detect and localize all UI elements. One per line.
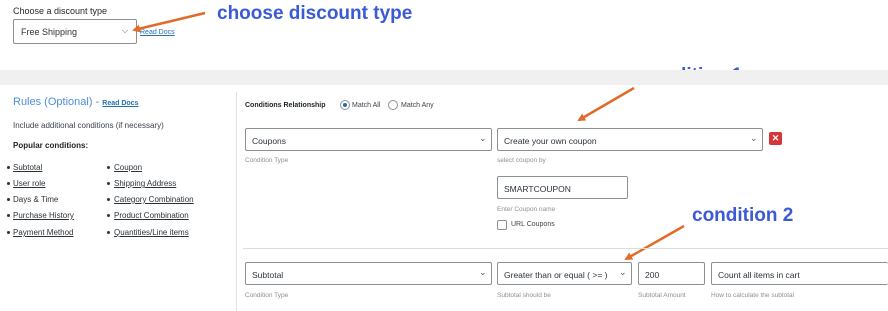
rules-title-text: Rules (Optional) - — [13, 96, 100, 108]
conditions-relationship-label: Conditions Relationship — [245, 102, 326, 109]
coupon-code-input[interactable]: SMARTCOUPON — [497, 176, 628, 199]
close-icon[interactable]: ✕ — [769, 132, 782, 145]
popular-item-purchase-history[interactable]: Purchase History — [13, 211, 74, 220]
subtotal-amount-input[interactable]: 200 — [638, 262, 705, 285]
match-any-label: Match Any — [401, 102, 434, 109]
match-all-label: Match All — [352, 102, 381, 109]
condition-2-type-hint: Condition Type — [245, 292, 289, 299]
popular-conditions-label: Popular conditions: — [13, 141, 89, 150]
popular-item-shipping-address[interactable]: Shipping Address — [114, 179, 176, 188]
popular-item-subtotal[interactable]: Subtotal — [13, 163, 42, 172]
section-separator — [0, 70, 888, 85]
popular-item-quantities[interactable]: Quantities/Line items — [114, 228, 189, 237]
popular-item-payment-method[interactable]: Payment Method — [13, 228, 73, 237]
rules-subtitle: Include additional conditions (if necess… — [13, 121, 164, 130]
condition-2-type-select[interactable]: Subtotal — [245, 262, 492, 285]
popular-item-category-combination[interactable]: Category Combination — [114, 195, 194, 204]
condition-1-coupon-select[interactable]: Create your own coupon — [497, 128, 763, 151]
match-all-radio[interactable] — [340, 100, 350, 110]
match-any-radio[interactable] — [388, 100, 398, 110]
chevron-down-icon: ⌄ — [479, 133, 487, 143]
url-coupons-checkbox[interactable] — [497, 220, 507, 230]
subtotal-calc-select[interactable]: Count all items in cart — [711, 262, 888, 285]
chevron-down-icon: ⌄ — [619, 267, 627, 277]
conditions-panel-border — [236, 92, 237, 311]
subtotal-amount-hint: Subtotal Amount — [638, 292, 686, 299]
arrow-to-discount-type — [132, 11, 206, 33]
chevron-down-icon: ⌄ — [750, 133, 758, 143]
url-coupons-label: URL Coupons — [511, 221, 555, 228]
arrow-to-condition-2 — [624, 224, 685, 261]
coupon-code-hint: Enter Coupon name — [497, 206, 556, 213]
condition-1-coupon-hint: select coupon by — [497, 157, 546, 164]
popular-item-product-combination[interactable]: Product Combination — [114, 211, 189, 220]
condition-1-type-hint: Condition Type — [245, 157, 289, 164]
subtotal-calc-hint: How to calculate the subtotal — [711, 292, 795, 299]
popular-item-days-time: Days & Time — [13, 195, 59, 204]
popular-item-coupon[interactable]: Coupon — [114, 163, 142, 172]
popular-item-user-role[interactable]: User role — [13, 179, 45, 188]
arrow-to-condition-1 — [577, 86, 635, 122]
rules-title: Rules (Optional) - Read Docs — [13, 96, 138, 108]
condition-2-operator-select[interactable]: Greater than or equal ( >= ) — [497, 262, 632, 285]
condition-1-type-select[interactable]: Coupons — [245, 128, 492, 151]
chevron-down-icon: ⌄ — [479, 267, 487, 277]
rules-docs-link[interactable]: Read Docs — [102, 100, 138, 107]
condition-2-operator-hint: Subtotal should be — [497, 292, 551, 299]
condition-divider — [243, 248, 888, 249]
